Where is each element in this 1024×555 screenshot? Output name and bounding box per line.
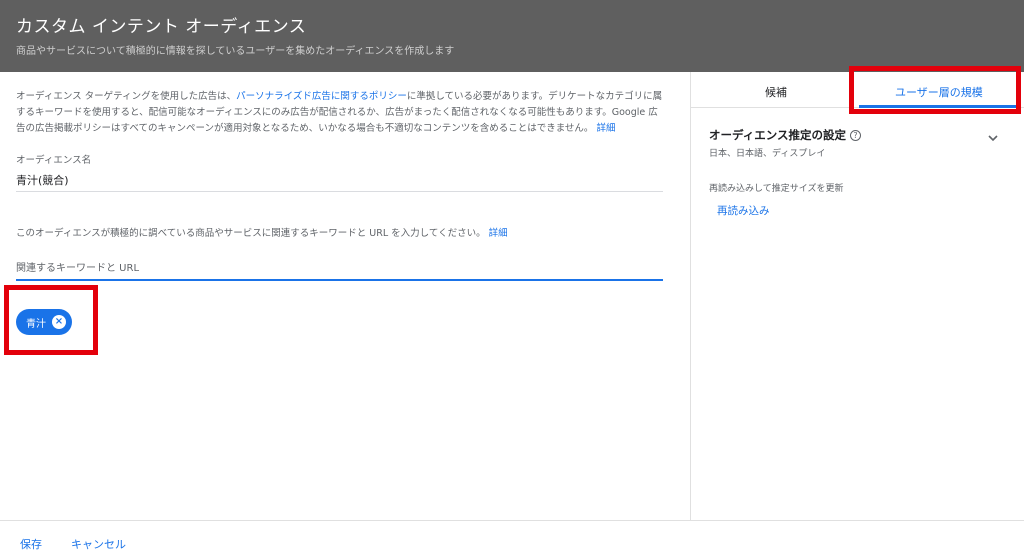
help-icon[interactable]: ? xyxy=(849,130,861,141)
tab-highlight-box xyxy=(849,66,1021,114)
keyword-chip-label: 青汁 xyxy=(26,318,46,330)
side-panel: 候補 ユーザー層の規模 オーディエンス推定の設定? 日本、日本語、ディスプレイ … xyxy=(690,66,1024,520)
keyword-chip[interactable]: 青汁 × xyxy=(16,309,72,335)
main-panel: オーディエンス ターゲティングを使用した広告は、パーソナライズド広告に関するポリ… xyxy=(0,72,690,520)
keywords-instruction-text: このオーディエンスが積極的に調べている商品やサービスに関連するキーワードと UR… xyxy=(16,228,486,239)
audience-name-underline xyxy=(16,191,663,192)
keywords-instruction: このオーディエンスが積極的に調べている商品やサービスに関連するキーワードと UR… xyxy=(16,225,508,239)
cancel-button[interactable]: キャンセル xyxy=(71,536,126,552)
tab-candidates[interactable]: 候補 xyxy=(765,84,787,100)
policy-notice: オーディエンス ターゲティングを使用した広告は、パーソナライズド広告に関するポリ… xyxy=(16,89,666,137)
side-tabs: 候補 ユーザー層の規模 xyxy=(691,66,1024,114)
reload-button[interactable]: 再読み込み xyxy=(717,203,770,218)
estimate-settings-label: オーディエンス推定の設定 xyxy=(709,128,846,142)
dialog-footer: 保存 キャンセル xyxy=(0,520,1024,555)
policy-details-link[interactable]: 詳細 xyxy=(596,123,615,134)
save-button[interactable]: 保存 xyxy=(20,536,42,552)
reload-note: 再読み込みして推定サイズを更新 xyxy=(709,184,844,194)
keywords-details-link[interactable]: 詳細 xyxy=(489,228,508,239)
audience-name-label: オーディエンス名 xyxy=(16,155,92,166)
remove-chip-icon[interactable]: × xyxy=(52,315,66,329)
estimate-settings-subtitle: 日本、日本語、ディスプレイ xyxy=(709,149,826,159)
dialog-title: カスタム インテント オーディエンス xyxy=(16,17,307,37)
audience-name-field[interactable]: 青汁(競合) xyxy=(16,172,69,188)
dialog-subtitle: 商品やサービスについて積極的に情報を探しているユーザーを集めたオーディエンスを作… xyxy=(16,46,455,57)
chevron-down-icon[interactable] xyxy=(987,132,999,144)
keyword-url-input[interactable] xyxy=(16,257,663,281)
personalized-ads-policy-link[interactable]: パーソナライズド広告に関するポリシー xyxy=(236,91,407,102)
estimate-settings-title: オーディエンス推定の設定? xyxy=(709,127,861,143)
dialog-header: カスタム インテント オーディエンス 商品やサービスについて積極的に情報を探して… xyxy=(0,0,1024,72)
policy-text-before: オーディエンス ターゲティングを使用した広告は、 xyxy=(16,91,237,102)
